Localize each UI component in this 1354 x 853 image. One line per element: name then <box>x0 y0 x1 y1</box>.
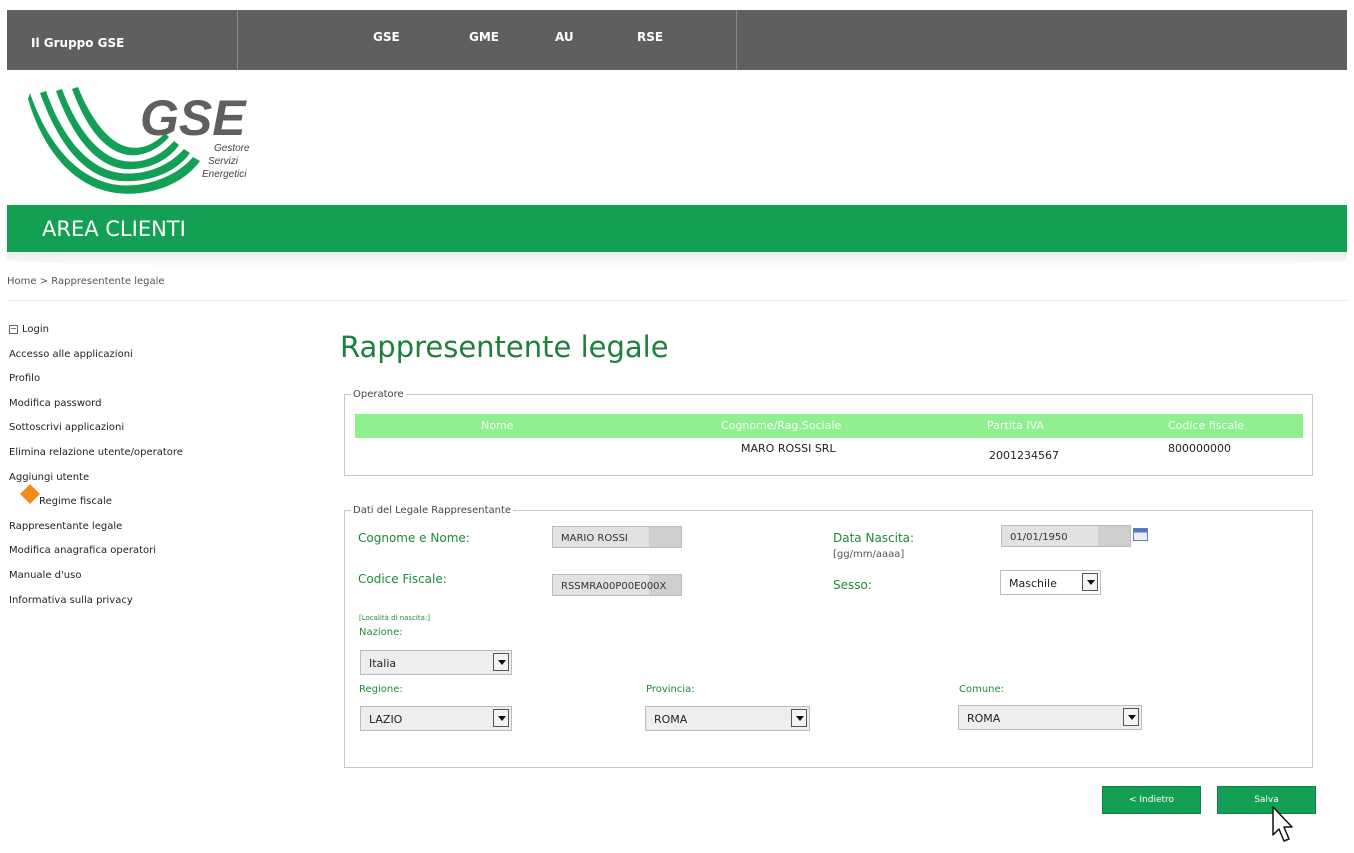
area-clienti-title: AREA CLIENTI <box>42 217 186 241</box>
sidebar-item-label: Login <box>22 324 49 335</box>
comune-value: ROMA <box>967 712 1001 725</box>
banner-shadow <box>7 252 1347 268</box>
column-header-cognome: Cognome/Rag.Sociale <box>721 419 842 432</box>
provincia-value: ROMA <box>654 713 688 726</box>
gse-logo-graphic: GSE Gestore Servizi Energetici <box>28 87 250 194</box>
legale-legend: Dati del Legale Rappresentante <box>353 505 512 516</box>
cell-cognome: MARO ROSSI SRL <box>741 442 836 455</box>
sidebar-item-manuale[interactable]: Manuale d'uso <box>9 564 259 589</box>
sidebar-menu: − Login Accesso alle applicazioni Profilo… <box>9 318 259 613</box>
sesso-value: Maschile <box>1009 577 1057 590</box>
sidebar-item-label: Regime fiscale <box>39 496 112 508</box>
collapse-icon[interactable]: − <box>9 325 18 334</box>
sidebar-item-privacy[interactable]: Informativa sulla privacy <box>9 589 259 614</box>
codice-fiscale-field[interactable]: RSSMRA00P00E000X <box>552 574 682 596</box>
gse-logo: GSE Gestore Servizi Energetici <box>28 85 258 195</box>
svg-text:Gestore: Gestore <box>214 143 250 154</box>
operatore-panel: Operatore Nome Cognome/Rag.Sociale Parti… <box>344 389 1313 476</box>
sidebar-item-sottoscrivi[interactable]: Sottoscrivi applicazioni <box>9 416 259 441</box>
provincia-select[interactable]: ROMA <box>645 706 810 731</box>
regione-label: Regione: <box>359 684 403 695</box>
nav-link-gse[interactable]: GSE <box>373 30 400 44</box>
sidebar-item-profilo[interactable]: Profilo <box>9 367 259 392</box>
area-clienti-banner: AREA CLIENTI <box>7 205 1347 252</box>
chevron-down-icon[interactable] <box>493 653 509 671</box>
divider <box>7 300 1347 301</box>
sidebar-item-regime-fiscale[interactable]: Regime fiscale <box>9 484 259 515</box>
cell-piva: 2001234567 <box>989 449 1059 462</box>
data-nascita-label: Data Nascita: <box>833 531 915 545</box>
operatore-legend: Operatore <box>353 389 404 400</box>
column-header-nome: Nome <box>481 419 514 432</box>
mouse-pointer-icon <box>1272 806 1293 842</box>
chevron-down-icon[interactable] <box>1123 708 1139 726</box>
sesso-label: Sesso: <box>833 578 872 592</box>
sidebar-item-login[interactable]: − Login <box>9 318 259 343</box>
chevron-down-icon[interactable] <box>493 709 509 727</box>
svg-text:Servizi: Servizi <box>208 156 239 167</box>
regione-select[interactable]: LAZIO <box>360 706 512 731</box>
localita-label: [Località di nascita:] <box>359 614 430 622</box>
nav-link-rse[interactable]: RSE <box>637 30 663 44</box>
calendar-icon[interactable] <box>1133 528 1148 541</box>
salva-button[interactable]: Salva <box>1217 786 1316 814</box>
indietro-button[interactable]: < Indietro <box>1102 786 1201 814</box>
top-nav-bar: Il Gruppo GSE GSE GME AU RSE <box>7 10 1347 70</box>
sidebar-item-modifica-password[interactable]: Modifica password <box>9 392 259 417</box>
cognome-label: Cognome e Nome: <box>358 531 470 545</box>
nav-link-gme[interactable]: GME <box>469 30 499 44</box>
sidebar-item-accesso[interactable]: Accesso alle applicazioni <box>9 343 259 368</box>
nav-link-au[interactable]: AU <box>555 30 574 44</box>
sidebar-item-aggiungi-utente[interactable]: Aggiungi utente <box>9 466 259 491</box>
chevron-down-icon[interactable] <box>791 709 807 727</box>
nazione-value: Italia <box>369 657 397 670</box>
operatore-table-header: Nome Cognome/Rag.Sociale Partita IVA Cod… <box>355 414 1303 438</box>
codice-fiscale-label: Codice Fiscale: <box>358 572 447 586</box>
column-header-cf: Codice fiscale <box>1168 419 1245 432</box>
sidebar-item-modifica-anagrafica[interactable]: Modifica anagrafica operatori <box>9 539 259 564</box>
sidebar-item-elimina-relazione[interactable]: Elimina relazione utente/operatore <box>9 441 259 466</box>
data-nascita-field[interactable]: 01/01/1950 <box>1001 525 1131 547</box>
table-row: MARO ROSSI SRL 2001234567 800000000 <box>355 442 1303 472</box>
gruppo-gse-link[interactable]: Il Gruppo GSE <box>31 36 124 50</box>
cognome-field[interactable]: MARIO ROSSI <box>552 526 682 548</box>
sidebar-item-rappresentante-legale[interactable]: Rappresentante legale <box>9 515 259 540</box>
nazione-select[interactable]: Italia <box>360 650 512 675</box>
regione-value: LAZIO <box>369 713 403 726</box>
logo-brand-text: GSE <box>140 90 247 146</box>
comune-label: Comune: <box>959 684 1005 695</box>
cell-cf: 800000000 <box>1168 442 1231 455</box>
column-header-piva: Partita IVA <box>987 419 1044 432</box>
breadcrumb[interactable]: Home > Rappresentente legale <box>7 276 165 287</box>
divider <box>237 10 238 70</box>
sesso-select[interactable]: Maschile <box>1000 570 1101 595</box>
chevron-down-icon[interactable] <box>1082 573 1098 591</box>
nazione-label: Nazione: <box>359 627 403 638</box>
comune-select[interactable]: ROMA <box>958 705 1142 730</box>
page-title: Rappresentente legale <box>340 330 669 364</box>
divider <box>736 10 737 70</box>
data-nascita-hint: [gg/mm/aaaa] <box>833 549 905 560</box>
provincia-label: Provincia: <box>646 684 695 695</box>
svg-text:Energetici: Energetici <box>202 169 247 180</box>
